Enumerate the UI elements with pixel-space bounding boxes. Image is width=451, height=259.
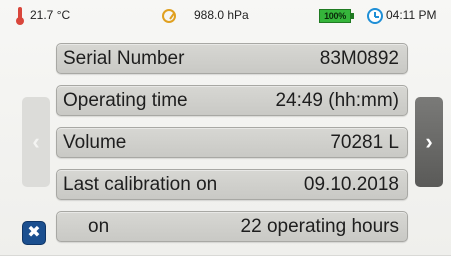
chevron-right-icon: ›: [425, 129, 433, 154]
close-icon: ✖: [27, 224, 41, 241]
temperature-readout: 21.7 °C: [30, 8, 71, 22]
info-row-last-calibration: Last calibration on 09.10.2018: [56, 169, 408, 200]
pressure-readout: 988.0 hPa: [194, 8, 249, 22]
row-value: 83M0892: [319, 48, 399, 69]
row-value: 70281 L: [330, 132, 399, 153]
row-label: Operating time: [63, 90, 188, 111]
clock-icon: [367, 8, 383, 24]
device-screen: 21.7 °C 988.0 hPa 100% 04:11 PM Serial N…: [0, 0, 451, 256]
row-value: 24:49 (hh:mm): [275, 90, 399, 111]
previous-page-button[interactable]: ‹: [22, 97, 50, 187]
time-readout: 04:11 PM: [386, 8, 437, 22]
battery-icon: 100%: [319, 9, 354, 23]
chevron-left-icon: ‹: [32, 129, 40, 154]
row-label: Serial Number: [63, 48, 185, 69]
close-button[interactable]: ✖: [22, 221, 46, 245]
row-value: 09.10.2018: [303, 174, 399, 195]
info-row-operating-time: Operating time 24:49 (hh:mm): [56, 85, 408, 116]
row-label: Last calibration on: [63, 174, 218, 195]
next-page-button[interactable]: ›: [415, 97, 443, 187]
row-value: 22 operating hours: [240, 216, 399, 237]
info-row-calibration-due: on 22 operating hours: [56, 211, 408, 242]
row-label: Volume: [63, 132, 127, 153]
thermometer-icon: [16, 7, 24, 25]
pressure-gauge-icon: [162, 9, 176, 23]
row-label: on: [88, 216, 110, 237]
info-row-serial-number: Serial Number 83M0892: [56, 43, 408, 74]
info-row-volume: Volume 70281 L: [56, 127, 408, 158]
status-bar: 21.7 °C 988.0 hPa 100% 04:11 PM: [0, 4, 451, 28]
